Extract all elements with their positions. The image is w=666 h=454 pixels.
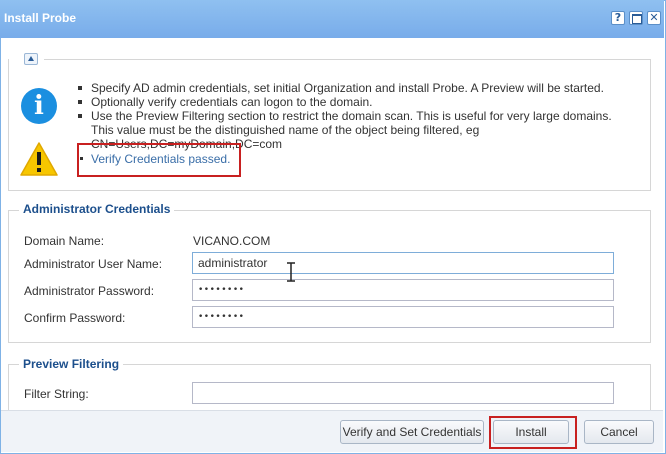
domain-name-label: Domain Name: [24,234,105,248]
info-bullet: Specify AD admin credentials, set initia… [77,81,637,95]
admin-username-input[interactable]: administrator [192,252,614,274]
filter-string-label: Filter String: [24,387,89,401]
warning-icon [20,142,58,176]
admin-username-label: Administrator User Name: [24,257,163,271]
collapse-info-button[interactable] [24,53,38,65]
info-panel-top-border [44,59,651,60]
confirm-password-label: Confirm Password: [24,311,126,325]
admin-password-input[interactable]: •••••••• [192,279,614,301]
dialog-titlebar[interactable]: Install Probe ? ✕ [0,0,664,38]
install-highlight-box [489,416,577,449]
status-highlight-box [77,143,241,177]
info-bullet-list: Specify AD admin credentials, set initia… [77,81,637,151]
dialog-title: Install Probe [4,11,77,25]
info-bullet: Optionally verify credentials can logon … [77,95,637,109]
help-button[interactable]: ? [611,11,625,25]
maximize-button[interactable] [629,11,643,25]
verify-credentials-button[interactable]: Verify and Set Credentials [340,420,484,444]
close-button[interactable]: ✕ [647,11,661,25]
admin-password-label: Administrator Password: [24,284,155,298]
cancel-button[interactable]: Cancel [584,420,654,444]
domain-name-value: VICANO.COM [193,234,271,248]
text-cursor-icon [287,262,295,282]
confirm-password-input[interactable]: •••••••• [192,306,614,328]
preview-filtering-legend: Preview Filtering [19,357,124,371]
info-icon: i [21,88,57,124]
administrator-credentials-legend: Administrator Credentials [19,202,175,216]
filter-string-input[interactable] [192,382,614,404]
